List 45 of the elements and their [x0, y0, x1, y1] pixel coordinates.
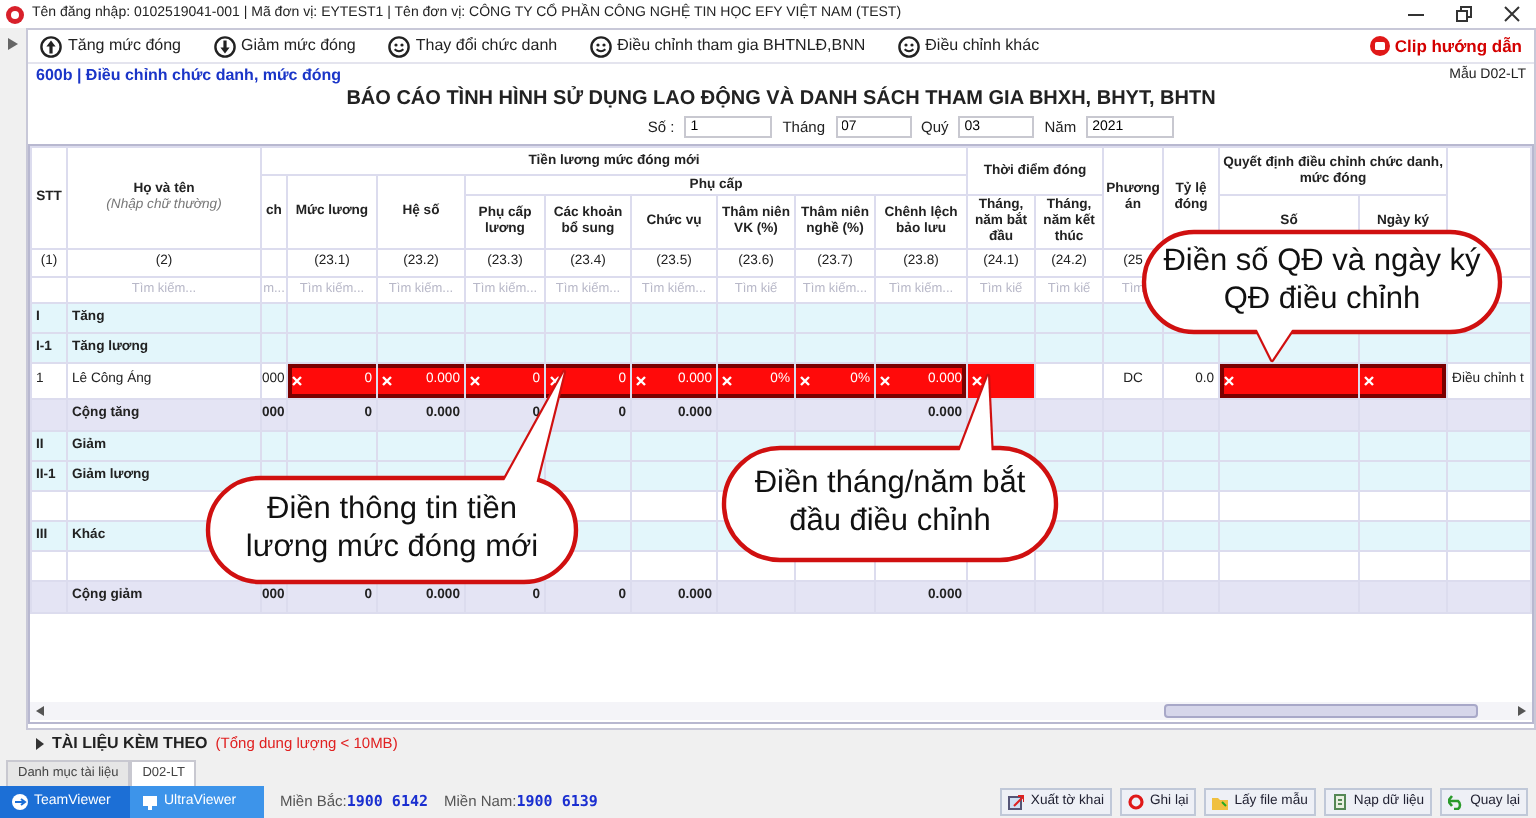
folder-icon — [1212, 794, 1229, 810]
smiley-icon — [589, 35, 612, 57]
clear-icon[interactable] — [972, 376, 983, 386]
toolbar-button[interactable]: Điều chỉnh khác — [897, 34, 1040, 58]
clear-icon[interactable] — [800, 376, 810, 386]
edit-cell[interactable] — [1219, 363, 1360, 399]
clear-icon[interactable] — [636, 376, 646, 386]
export-icon — [1008, 794, 1025, 810]
app-logo-icon — [6, 5, 24, 23]
toolbar-button[interactable]: Thay đổi chức danh — [387, 34, 558, 58]
clear-icon[interactable] — [1224, 376, 1235, 386]
monitor-icon — [142, 794, 158, 810]
report-title: BÁO CÁO TÌNH HÌNH SỬ DỤNG LAO ĐỘNG VÀ DANH SÁCH THAM GIA BHXH, BHYT, BHTN — [344, 88, 1218, 112]
arrows-icon — [12, 794, 28, 810]
smiley-icon — [897, 35, 920, 57]
clear-icon[interactable] — [292, 376, 302, 386]
undo-icon — [1448, 794, 1465, 810]
document-icon — [1331, 794, 1348, 810]
horizontal-scrollbar[interactable] — [30, 702, 1532, 720]
scroll-right-icon[interactable] — [1518, 706, 1526, 716]
arrow-down-icon — [213, 35, 235, 57]
expand-icon[interactable] — [36, 737, 44, 749]
expand-icon[interactable] — [8, 38, 18, 50]
toolbar-button[interactable]: Tăng mức đóng — [40, 34, 181, 58]
clear-icon[interactable] — [470, 376, 480, 386]
smiley-icon — [387, 35, 410, 57]
arrow-up-icon — [40, 35, 62, 57]
help-video-link[interactable]: Clip hướng dẫn — [1370, 33, 1522, 59]
scroll-thumb[interactable] — [1164, 704, 1478, 718]
clear-icon[interactable] — [880, 376, 890, 386]
section-title[interactable]: TÀI LIỆU KÈM THEO — [52, 731, 208, 755]
scroll-left-icon[interactable] — [36, 706, 44, 716]
toolbar-button[interactable]: Giảm mức đóng — [213, 34, 356, 58]
restore-icon[interactable] — [1456, 6, 1472, 22]
callout-text: Điền số QĐ và ngày ký QĐ điều chỉnh — [1161, 244, 1483, 320]
callout-text: Điền tháng/năm bắt đầu điều chỉnh — [752, 466, 1028, 542]
clear-icon[interactable] — [1364, 376, 1375, 386]
ring-icon — [1127, 794, 1144, 810]
video-icon — [1370, 36, 1391, 56]
clear-icon[interactable] — [382, 376, 392, 386]
edit-cell[interactable] — [1359, 363, 1448, 399]
breadcrumb-title: 600b | Điều chỉnh chức danh, mức đóng — [36, 64, 342, 88]
toolbar-button[interactable]: Điều chỉnh tham gia BHTNLĐ,BNN — [589, 34, 866, 58]
close-icon[interactable] — [1504, 6, 1520, 22]
clear-icon[interactable] — [722, 376, 732, 386]
